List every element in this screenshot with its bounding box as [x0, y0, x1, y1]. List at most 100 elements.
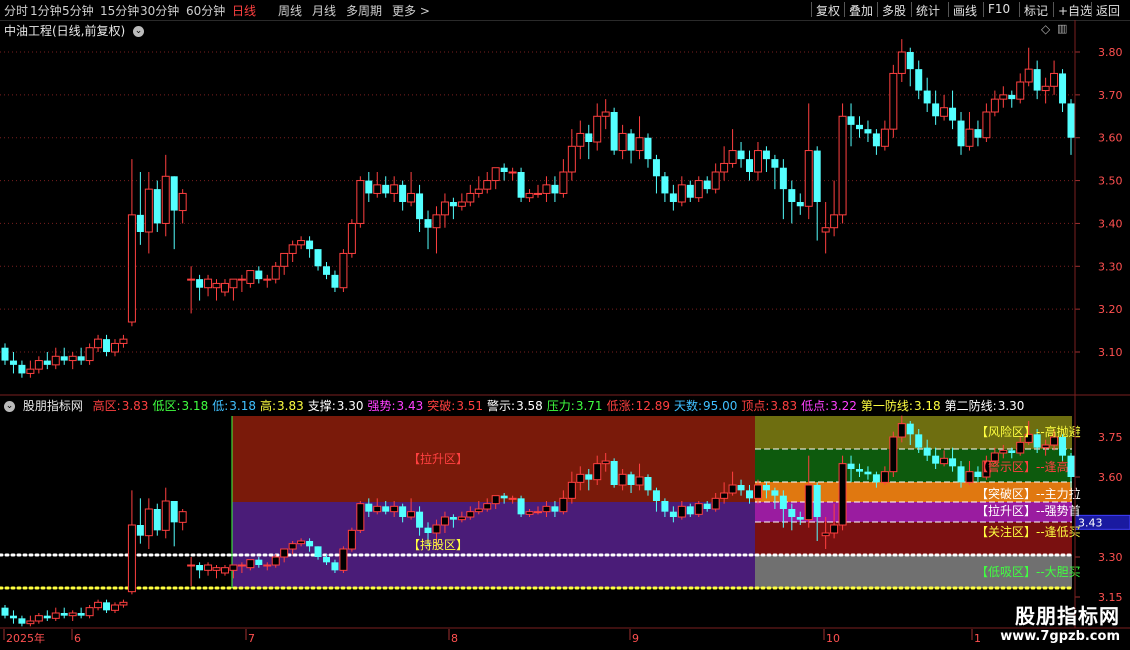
indicator-item: 第二防线:3.30 [945, 399, 1025, 413]
price-candles [1, 39, 1075, 378]
indicator-label: 低涨: [606, 399, 635, 413]
candle [220, 565, 229, 576]
indicator-item: 高区:3.83 [93, 399, 149, 413]
zone-right-label: 【低吸区】--大胆买 [976, 565, 1081, 579]
indicator-tick: 3.30 [1098, 551, 1123, 564]
watermark-url: www.7gpzb.com [1000, 629, 1120, 644]
indicator-value: 3.30 [336, 399, 364, 413]
candle [297, 236, 306, 250]
candle [280, 252, 289, 275]
settings-icon[interactable]: ▥ [1057, 22, 1067, 35]
indicator-item: 低:3.18 [212, 399, 256, 413]
indicator-item: 高:3.83 [260, 399, 304, 413]
zone-label-rise: 【拉升区】 [408, 451, 468, 466]
indicator-value: 3.83 [121, 399, 149, 413]
zone-right-label: 【拉升区】--强势首 [976, 503, 1081, 518]
candle [347, 219, 356, 258]
indicator-tick: 3.60 [1098, 471, 1123, 484]
candle [576, 120, 585, 160]
candle [1059, 69, 1067, 112]
candle [694, 176, 703, 202]
candle [974, 120, 982, 147]
candle [136, 498, 144, 544]
indicator-item: 警示:3.58 [487, 399, 543, 413]
candle [178, 509, 187, 531]
diamond-icon[interactable]: ◇ [1041, 22, 1050, 36]
candle [838, 103, 847, 224]
candle [872, 129, 880, 155]
candle [220, 279, 229, 297]
candle [255, 266, 263, 284]
candle [18, 615, 26, 627]
candle [365, 172, 373, 202]
candle [906, 47, 914, 87]
indicator-value: 3.18 [913, 399, 941, 413]
candle [187, 557, 196, 587]
zone-right-label: 【突破区】--主力拉 [976, 486, 1081, 501]
candle [43, 352, 51, 370]
candle [610, 107, 618, 155]
candle [1, 605, 9, 619]
candle [762, 146, 770, 172]
indicator-value: 3.71 [575, 399, 603, 413]
candle [424, 210, 432, 250]
date-tick: 10 [826, 632, 840, 645]
indicator-value: 3.22 [830, 399, 857, 413]
candle [889, 431, 898, 477]
indicator-label: 警示: [487, 399, 516, 413]
indicator-label: 低区: [152, 399, 181, 413]
indicator-name: 股朋指标网 [22, 399, 83, 413]
price-tick: 3.50 [1098, 175, 1123, 188]
zone-right-label: 【风险区】--高抛避 [976, 424, 1081, 439]
candle [491, 167, 500, 190]
indicator-item: 突破:3.51 [427, 399, 483, 413]
candle [457, 193, 466, 211]
candle [982, 103, 991, 142]
indicator-label: 突破: [427, 399, 456, 413]
chevron-down-icon[interactable]: ⌄ [4, 401, 15, 412]
candle [1041, 77, 1050, 104]
candle [796, 193, 804, 215]
indicator-label: 第二防线: [944, 399, 997, 413]
indicator-label: 低点: [801, 399, 830, 413]
candle [449, 197, 457, 220]
candle [585, 124, 593, 160]
candle [618, 124, 627, 160]
candle [9, 610, 17, 624]
price-tick: 3.70 [1098, 89, 1123, 102]
candle [212, 279, 221, 301]
indicator-item: 支撑:3.30 [308, 399, 364, 413]
candle [306, 236, 314, 258]
price-tick: 3.20 [1098, 303, 1123, 316]
indicator-value: 3.18 [229, 399, 256, 413]
candle [68, 610, 77, 621]
indicator-item: 第一防线:3.18 [861, 399, 941, 413]
candle [229, 278, 238, 301]
candle [1024, 47, 1033, 87]
date-tick: 6 [74, 632, 81, 645]
candle [144, 498, 153, 549]
indicator-item: 压力:3.71 [547, 399, 603, 413]
candle [34, 613, 43, 624]
candle [85, 605, 94, 619]
candle [356, 501, 365, 533]
indicator-label: 强势: [367, 399, 396, 413]
candle [889, 64, 898, 138]
candle [322, 262, 330, 280]
candle [880, 120, 889, 151]
candle [940, 94, 949, 121]
indicator-item: 低点:3.22 [801, 399, 857, 413]
indicator-axis: 3.753.603.303.153.43 [1074, 431, 1130, 604]
candle [110, 602, 119, 613]
candle [610, 458, 618, 488]
candle [957, 112, 965, 155]
date-tick: 8 [451, 632, 458, 645]
candle [51, 347, 60, 370]
candle [830, 180, 839, 237]
candle [1, 343, 9, 365]
indicator-value: 3.58 [516, 399, 543, 413]
candle [94, 334, 103, 352]
candle [34, 356, 43, 374]
date-tick: 7 [248, 632, 255, 645]
candle [949, 90, 957, 130]
